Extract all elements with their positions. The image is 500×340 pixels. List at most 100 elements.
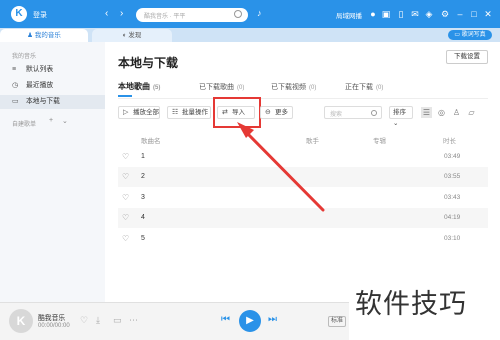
add-playlist-icon[interactable]: +	[49, 117, 53, 124]
sidebar-item-recent[interactable]: ◷ 最近播放	[0, 79, 105, 93]
search-placeholder: 酷我音乐 · 平平	[144, 14, 186, 20]
row-duration: 03:10	[444, 235, 461, 242]
album-cover[interactable]: K	[9, 309, 33, 333]
subtab-local-songs[interactable]: 本地歌曲 (5)	[118, 81, 160, 92]
heart-icon[interactable]: ♡	[122, 152, 129, 161]
monitor-icon: ▭	[12, 98, 19, 105]
sidebar-item-local-download[interactable]: ▭ 本地与下载	[0, 95, 105, 109]
heart-icon[interactable]: ♡	[122, 172, 129, 181]
page-title: 本地与下载	[118, 56, 179, 70]
sidebar-item-label: 最近播放	[26, 82, 54, 89]
table-row[interactable]: ♡ 2 03:55	[118, 167, 488, 187]
like-icon[interactable]: ♡	[80, 315, 88, 326]
subtab-count: (0)	[309, 85, 317, 91]
batch-button[interactable]: ☷ 批量操作	[167, 106, 211, 119]
settings-icon[interactable]: ⚙	[440, 9, 450, 19]
column-artist[interactable]: 歌手	[306, 135, 319, 145]
subtab-downloaded-songs[interactable]: 已下载歌曲 (0)	[199, 82, 244, 92]
quality-badge[interactable]: 标准	[328, 316, 347, 327]
table-row[interactable]: ♡ 4 04:19	[118, 208, 488, 228]
row-number: 4	[141, 214, 145, 221]
folder-icon[interactable]: ▱	[466, 107, 477, 118]
more-button[interactable]: ⊖ 更多	[260, 106, 293, 119]
column-album[interactable]: 专辑	[373, 135, 386, 145]
column-duration[interactable]: 时长	[443, 135, 456, 145]
lan-play-link[interactable]: 局域网播	[336, 10, 362, 20]
shield-icon[interactable]: ◈	[424, 9, 434, 19]
table-row[interactable]: ♡ 5 03:10	[118, 229, 488, 249]
row-number: 3	[141, 194, 145, 201]
lyrics-photo-button[interactable]: ▭ 歌词写真	[448, 30, 492, 40]
tab-my-music-label: 我的音乐	[34, 32, 61, 39]
collapse-icon[interactable]: ⌄	[62, 117, 68, 125]
subtab-label: 已下载歌曲	[199, 84, 234, 91]
sidebar-section-my-music: 我的音乐	[12, 54, 37, 60]
row-number: 2	[141, 173, 145, 180]
subtab-downloading[interactable]: 正在下载 (0)	[345, 82, 383, 92]
table-row[interactable]: ♡ 1 03:49	[118, 147, 488, 167]
import-highlight-box	[213, 97, 261, 128]
subtab-downloaded-videos[interactable]: 已下载视频 (0)	[271, 82, 316, 92]
tab-my-music[interactable]: ♟ 我的音乐	[0, 29, 88, 42]
list-icon: ≡	[12, 66, 17, 73]
download-icon[interactable]: ⤓	[96, 315, 100, 326]
play-all-button[interactable]: ▷ 播放全部	[118, 106, 160, 119]
sidebar: 我的音乐 ≡ 默认列表 ◷ 最近播放 ▭ 本地与下载 自建歌单 + ⌄	[0, 42, 105, 302]
previous-icon[interactable]: ⏮	[221, 314, 230, 325]
local-search-input[interactable]: 搜索	[324, 106, 382, 119]
more-dots-icon[interactable]: ⋯	[129, 315, 138, 326]
subtab-label: 正在下载	[345, 84, 373, 91]
mail-icon[interactable]: ✉	[410, 9, 420, 19]
divider	[118, 98, 488, 99]
heart-icon[interactable]: ♡	[122, 193, 129, 202]
device-icon[interactable]: ▯	[396, 9, 406, 19]
target-icon[interactable]: ◎	[436, 107, 447, 118]
next-icon[interactable]: ⏭	[268, 314, 277, 325]
tab-discover-label: 发现	[128, 32, 142, 39]
comment-icon[interactable]: ▭	[113, 315, 122, 326]
back-arrow-icon[interactable]: ‹	[105, 8, 108, 20]
heart-icon[interactable]: ♡	[122, 234, 129, 243]
search-input[interactable]: 酷我音乐 · 平平	[136, 8, 248, 22]
title-bar: K 登录 ‹ › 酷我音乐 · 平平 ♪ 局域网播 ● ▣ ▯ ✉ ◈ ⚙ – …	[0, 0, 500, 28]
heart-icon[interactable]: ♡	[122, 213, 129, 222]
forward-arrow-icon[interactable]: ›	[120, 8, 123, 20]
maximize-icon[interactable]: □	[469, 9, 479, 19]
more-icon: ⊖	[265, 109, 271, 116]
sidebar-item-default-list[interactable]: ≡ 默认列表	[0, 63, 105, 77]
row-number: 5	[141, 235, 145, 242]
sort-dropdown[interactable]: 排序 ⌄	[389, 106, 413, 127]
subtab-count: (5)	[153, 85, 161, 91]
download-settings-button[interactable]: 下载设置	[446, 50, 488, 64]
notification-icon[interactable]: ●	[368, 9, 378, 19]
local-search-placeholder: 搜索	[330, 112, 343, 118]
list-view-icon[interactable]: ☰	[421, 107, 432, 118]
clock-icon: ◷	[12, 82, 19, 89]
batch-list-icon: ☷	[172, 109, 179, 116]
tab-discover[interactable]: ◐ 发现	[92, 29, 172, 42]
subtab-label: 已下载视频	[271, 84, 306, 91]
row-duration: 03:49	[444, 153, 461, 160]
table-row[interactable]: ♡ 3 03:43	[118, 188, 488, 208]
watermark-text: 软件技巧	[355, 289, 467, 320]
play-button[interactable]: ▶	[239, 310, 261, 332]
login-link[interactable]: 登录	[33, 10, 47, 20]
search-icon[interactable]	[371, 110, 377, 116]
batch-label: 批量操作	[182, 109, 208, 116]
tab-row: ♟ 我的音乐 ◐ 发现 ▭ 歌词写真	[0, 28, 500, 42]
more-label: 更多	[275, 109, 288, 116]
minimize-icon[interactable]: –	[455, 9, 465, 19]
row-duration: 03:43	[444, 194, 461, 201]
close-icon[interactable]: ✕	[483, 9, 493, 19]
sidebar-section-created: 自建歌单	[12, 122, 37, 128]
sidebar-item-label: 默认列表	[26, 66, 54, 73]
watermark: 软件技巧	[349, 262, 500, 340]
search-icon[interactable]	[234, 10, 242, 18]
skin-icon[interactable]: ▣	[381, 9, 391, 19]
column-song[interactable]: 歌曲名	[141, 135, 161, 145]
lyrics-photo-label: 歌词写真	[461, 32, 486, 38]
user-icon[interactable]: ♙	[451, 107, 462, 118]
microphone-icon[interactable]: ♪	[257, 8, 262, 18]
row-duration: 04:19	[444, 214, 461, 221]
now-playing-title: 酷我音乐	[38, 315, 66, 322]
